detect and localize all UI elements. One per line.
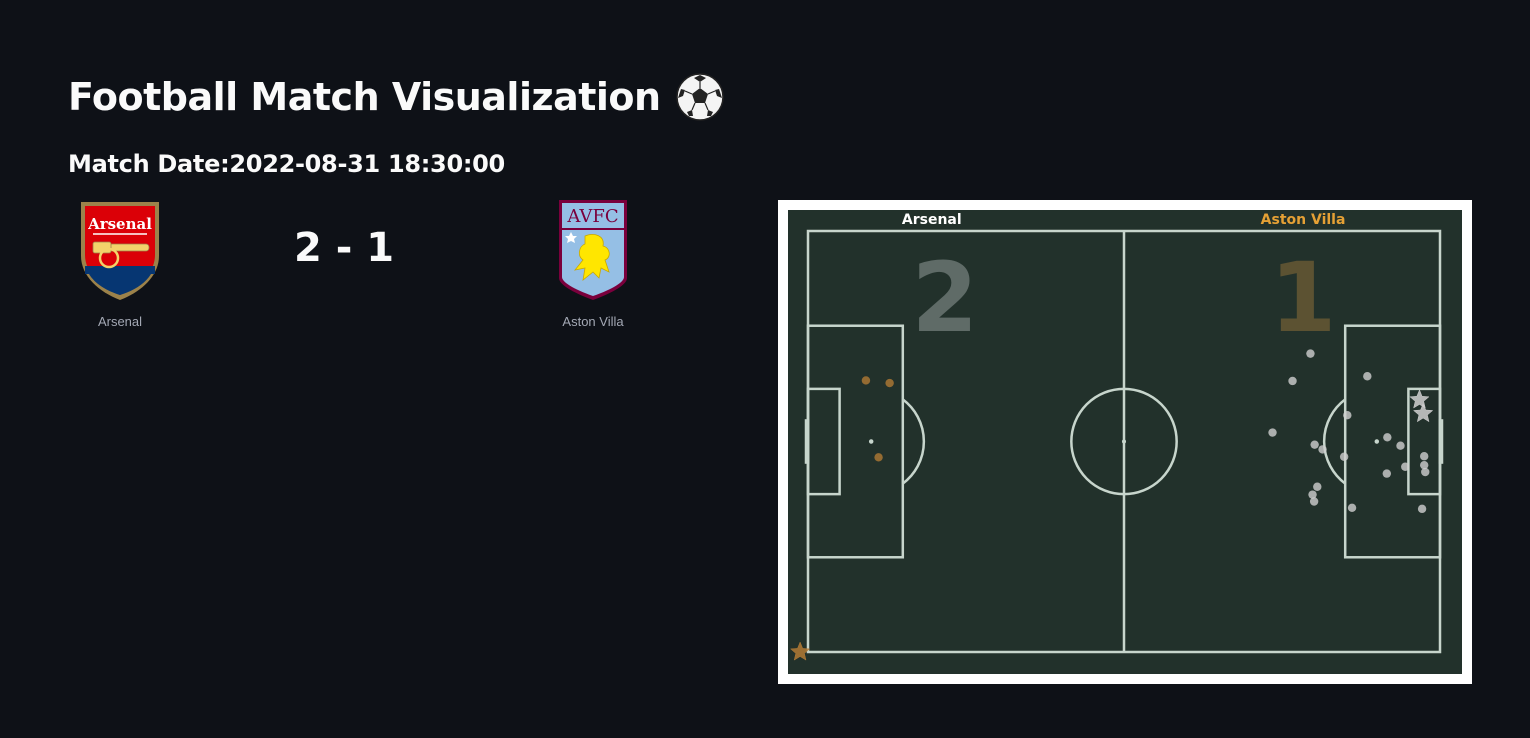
match-score: 2 - 1 bbox=[293, 225, 395, 271]
svg-text:AVFC: AVFC bbox=[566, 206, 618, 227]
pitch-away-label: Aston Villa bbox=[1261, 212, 1346, 228]
home-team-column: Arsenal Arsenal bbox=[70, 198, 170, 329]
match-date-value: 2022-08-31 18:30:00 bbox=[229, 150, 505, 178]
shot-map-pitch: 2 1 Arsenal Aston Villa bbox=[788, 210, 1462, 674]
home-shot-marker bbox=[1313, 482, 1322, 491]
home-big-score: 2 bbox=[912, 242, 979, 354]
home-shot-marker bbox=[1421, 467, 1430, 477]
centre-spot bbox=[1121, 439, 1127, 444]
home-shot-marker bbox=[1343, 410, 1352, 420]
aston-villa-crest-icon: AVFC bbox=[559, 200, 627, 300]
away-shot-marker bbox=[874, 453, 883, 462]
away-big-score: 1 bbox=[1270, 242, 1337, 354]
home-team-name: Arsenal bbox=[97, 314, 143, 329]
home-shot-marker bbox=[1309, 497, 1319, 506]
left-penalty-spot bbox=[868, 439, 874, 444]
home-shot-marker bbox=[1420, 452, 1429, 461]
away-shot-marker bbox=[885, 378, 894, 388]
shot-map-figure: 2 1 Arsenal Aston Villa bbox=[778, 200, 1472, 684]
arsenal-crest-icon: Arsenal bbox=[81, 202, 159, 300]
home-shot-marker bbox=[1396, 441, 1405, 450]
page-title-text: Football Match Visualization bbox=[68, 75, 661, 119]
home-shot-marker bbox=[1268, 428, 1277, 437]
soccer-ball-icon bbox=[675, 73, 724, 121]
match-date: Match Date:2022-08-31 18:30:00 bbox=[68, 150, 505, 178]
right-penalty-spot bbox=[1374, 439, 1380, 444]
right-goal bbox=[1438, 419, 1444, 464]
home-shot-marker bbox=[1401, 462, 1410, 471]
home-shot-marker bbox=[1347, 503, 1357, 513]
home-shot-marker bbox=[1318, 445, 1327, 454]
home-shot-marker bbox=[1306, 349, 1315, 358]
home-shot-marker bbox=[1310, 440, 1319, 449]
away-team-name: Aston Villa bbox=[562, 314, 624, 329]
pitch-home-label: Arsenal bbox=[902, 212, 962, 228]
home-shot-marker bbox=[1363, 372, 1372, 381]
app-root: Football Match Visualization Match Date:… bbox=[0, 0, 1530, 738]
home-shot-marker bbox=[1288, 376, 1297, 386]
home-shot-marker bbox=[1382, 469, 1392, 478]
match-date-label: Match Date: bbox=[68, 150, 230, 178]
home-shot-marker bbox=[1417, 504, 1427, 514]
home-shot-marker bbox=[1339, 452, 1349, 461]
page-title: Football Match Visualization bbox=[68, 70, 725, 124]
left-goal bbox=[804, 419, 810, 464]
svg-text:Arsenal: Arsenal bbox=[87, 215, 152, 233]
away-shot-marker bbox=[861, 376, 871, 385]
away-team-column: AVFC Aston Villa bbox=[548, 198, 638, 329]
home-shot-marker bbox=[1383, 433, 1392, 442]
